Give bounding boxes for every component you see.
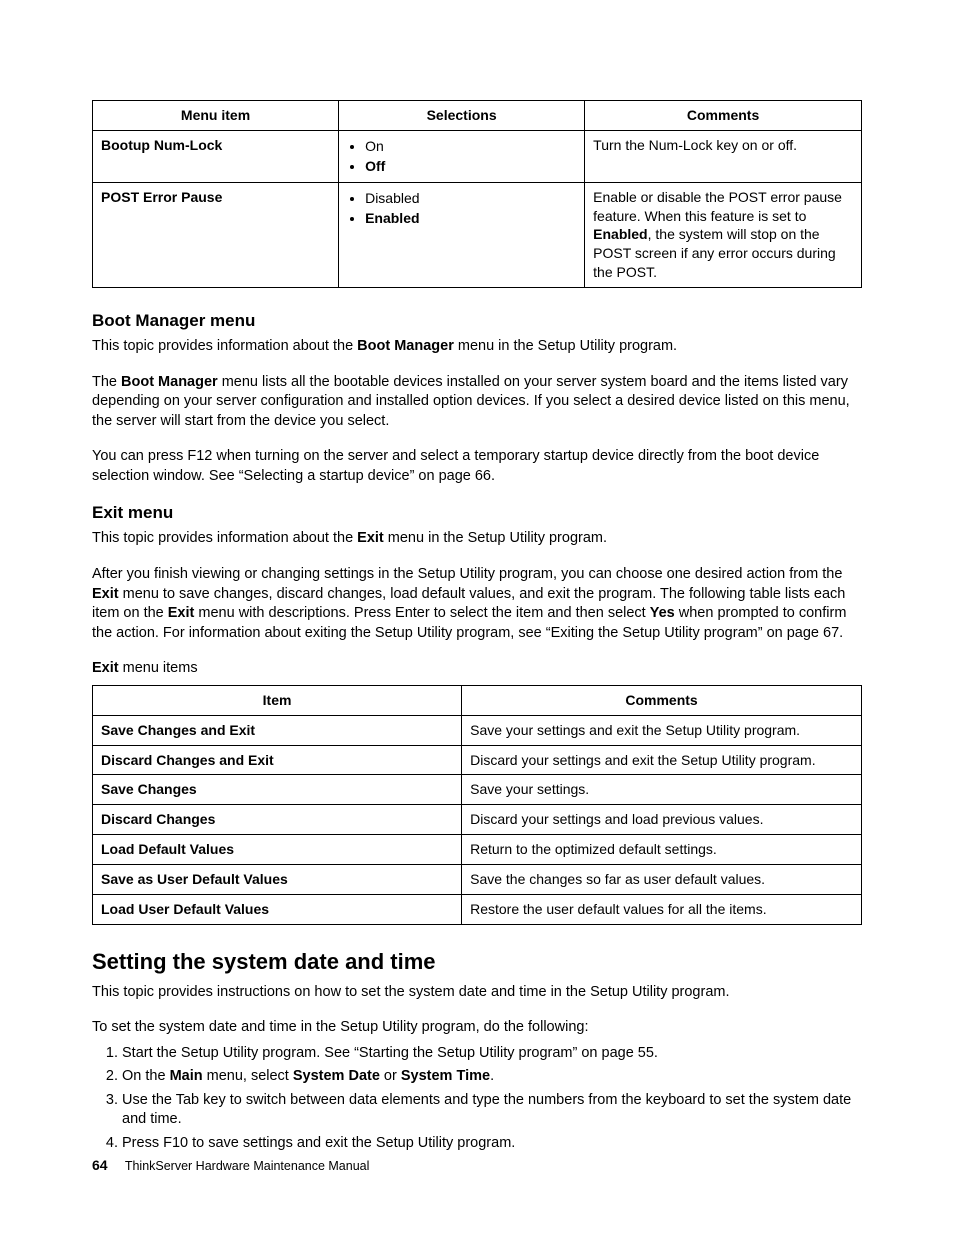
cell-comment: Save the changes so far as user default … — [462, 865, 862, 895]
table-row: Discard Changes Discard your settings an… — [93, 805, 862, 835]
text-bold: Exit — [357, 530, 384, 546]
text: The — [92, 374, 121, 390]
document-page: Menu item Selections Comments Bootup Num… — [0, 0, 954, 1235]
table-row: Save Changes Save your settings. — [93, 775, 862, 805]
caption-bold: Exit — [92, 660, 119, 676]
col-header-selections: Selections — [339, 101, 585, 131]
footer-title: ThinkServer Hardware Maintenance Manual — [125, 1159, 370, 1173]
paragraph: After you finish viewing or changing set… — [92, 565, 862, 643]
heading-exit-menu: Exit menu — [92, 502, 862, 525]
menu-items-table: Menu item Selections Comments Bootup Num… — [92, 100, 862, 288]
selection-option: On — [365, 137, 576, 156]
cell-item: Discard Changes — [93, 805, 462, 835]
cell-item: Discard Changes and Exit — [93, 745, 462, 775]
selection-option: Off — [365, 157, 576, 176]
paragraph: This topic provides instructions on how … — [92, 983, 862, 1003]
comment-bold: Enabled — [593, 226, 647, 242]
paragraph: You can press F12 when turning on the se… — [92, 447, 862, 486]
page-number: 64 — [92, 1157, 108, 1173]
text: After you finish viewing or changing set… — [92, 566, 842, 582]
text-bold: Exit — [168, 605, 195, 621]
heading-setting-datetime: Setting the system date and time — [92, 947, 862, 977]
col-header-comments: Comments — [462, 685, 862, 715]
cell-comment: Discard your settings and exit the Setup… — [462, 745, 862, 775]
table-row: Discard Changes and Exit Discard your se… — [93, 745, 862, 775]
text: menu, select — [203, 1068, 293, 1084]
cell-item: Load User Default Values — [93, 894, 462, 924]
text-bold: Exit — [92, 586, 119, 602]
col-header-item: Item — [93, 685, 462, 715]
text: menu in the Setup Utility program. — [384, 530, 607, 546]
paragraph: To set the system date and time in the S… — [92, 1018, 862, 1038]
cell-comment: Return to the optimized default settings… — [462, 835, 862, 865]
cell-selections: Disabled Enabled — [339, 182, 585, 287]
text: This topic provides information about th… — [92, 530, 357, 546]
paragraph: This topic provides information about th… — [92, 337, 862, 357]
page-footer: 64 ThinkServer Hardware Maintenance Manu… — [92, 1156, 369, 1175]
cell-comment: Save your settings and exit the Setup Ut… — [462, 715, 862, 745]
col-header-comments: Comments — [585, 101, 862, 131]
text: or — [380, 1068, 401, 1084]
text-bold: Main — [170, 1068, 203, 1084]
list-item: Press F10 to save settings and exit the … — [122, 1134, 862, 1154]
cell-item: Save as User Default Values — [93, 865, 462, 895]
col-header-menu-item: Menu item — [93, 101, 339, 131]
cell-comment: Turn the Num-Lock key on or off. — [585, 130, 862, 182]
text-bold: Yes — [650, 605, 675, 621]
cell-comment: Save your settings. — [462, 775, 862, 805]
steps-list: Start the Setup Utility program. See “St… — [92, 1044, 862, 1154]
table-row: Load User Default Values Restore the use… — [93, 894, 862, 924]
cell-comment: Enable or disable the POST error pause f… — [585, 182, 862, 287]
text-bold: Boot Manager — [121, 374, 218, 390]
cell-menu-item: Bootup Num-Lock — [93, 130, 339, 182]
text: . — [490, 1068, 494, 1084]
cell-menu-item: POST Error Pause — [93, 182, 339, 287]
exit-menu-table: Item Comments Save Changes and Exit Save… — [92, 685, 862, 925]
cell-comment: Discard your settings and load previous … — [462, 805, 862, 835]
cell-selections: On Off — [339, 130, 585, 182]
text: menu in the Setup Utility program. — [454, 338, 677, 354]
text: This topic provides information about th… — [92, 338, 357, 354]
text: menu with descriptions. Press Enter to s… — [194, 605, 649, 621]
text-bold: System Time — [401, 1068, 490, 1084]
table-row: Bootup Num-Lock On Off Turn the Num-Lock… — [93, 130, 862, 182]
list-item: Start the Setup Utility program. See “St… — [122, 1044, 862, 1064]
caption-text: menu items — [119, 660, 198, 676]
table-row: Load Default Values Return to the optimi… — [93, 835, 862, 865]
paragraph: The Boot Manager menu lists all the boot… — [92, 373, 862, 432]
text-bold: Boot Manager — [357, 338, 454, 354]
selection-option: Enabled — [365, 209, 576, 228]
cell-comment: Restore the user default values for all … — [462, 894, 862, 924]
cell-item: Save Changes — [93, 775, 462, 805]
cell-item: Save Changes and Exit — [93, 715, 462, 745]
text: On the — [122, 1068, 170, 1084]
heading-boot-manager: Boot Manager menu — [92, 310, 862, 333]
cell-item: Load Default Values — [93, 835, 462, 865]
paragraph: This topic provides information about th… — [92, 529, 862, 549]
table-caption: Exit menu items — [92, 659, 862, 679]
comment-text: Enable or disable the POST error pause f… — [593, 189, 842, 224]
text-bold: System Date — [293, 1068, 380, 1084]
table-row: POST Error Pause Disabled Enabled Enable… — [93, 182, 862, 287]
list-item: On the Main menu, select System Date or … — [122, 1067, 862, 1087]
table-row: Save as User Default Values Save the cha… — [93, 865, 862, 895]
table-row: Save Changes and Exit Save your settings… — [93, 715, 862, 745]
list-item: Use the Tab key to switch between data e… — [122, 1091, 862, 1130]
selection-option: Disabled — [365, 189, 576, 208]
